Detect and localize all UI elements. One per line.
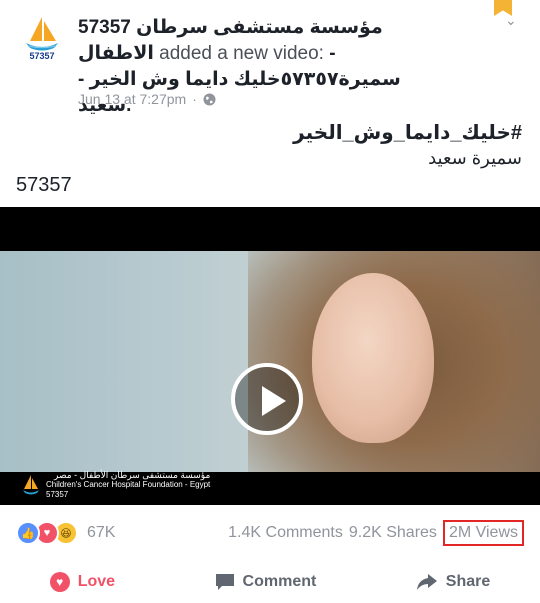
- watermark-text-en: Children's Cancer Hospital Foundation - …: [46, 480, 211, 489]
- post-meta: Jun 13 at 7:27pm ·: [78, 91, 216, 107]
- love-label: Love: [77, 573, 116, 590]
- play-button[interactable]: [231, 363, 303, 435]
- meta-separator: ·: [192, 91, 197, 107]
- watermark-text: مؤسسة مستشفى سرطان الأطفال - مصر Childre…: [46, 470, 210, 500]
- sailboat-logo-icon: [26, 17, 58, 51]
- page-avatar[interactable]: 57357: [14, 10, 70, 66]
- video-player[interactable]: مؤسسة مستشفى سرطان الأطفال - مصر Childre…: [0, 207, 540, 505]
- globe-icon: [203, 93, 216, 105]
- comment-label: Comment: [242, 573, 317, 590]
- views-count: 2M Views: [442, 520, 524, 546]
- action-text: added a new video:: [159, 43, 324, 64]
- love-button[interactable]: ♥ Love: [49, 572, 116, 592]
- comments-count-link[interactable]: 1.4K Comments: [228, 524, 343, 546]
- sailboat-watermark-icon: [23, 475, 39, 495]
- video-frame: [0, 251, 540, 472]
- video-watermark: مؤسسة مستشفى سرطان الأطفال - مصر Childre…: [22, 470, 210, 500]
- action-bar: ♥ Love Comment Share: [0, 564, 540, 600]
- avatar-label: 57357: [29, 51, 55, 61]
- engagement-stats: 1.4K Comments 9.2K Shares 2M Views: [228, 520, 524, 546]
- shares-count-link[interactable]: 9.2K Shares: [349, 524, 437, 546]
- share-arrow-icon: [416, 574, 437, 590]
- chevron-down-icon[interactable]: ⌄: [505, 12, 517, 29]
- reactions-summary[interactable]: 👍 ♥ 😆 67K: [16, 521, 115, 545]
- video-still-face: [312, 273, 434, 443]
- like-reaction-icon: 👍: [16, 521, 40, 545]
- timestamp-link[interactable]: Jun 13 at 7:27pm: [78, 91, 186, 107]
- comment-icon: [215, 574, 234, 590]
- reaction-count: 67K: [87, 524, 116, 541]
- watermark-number: 57357: [46, 490, 69, 499]
- artist-name: سميرة سعيد: [428, 148, 522, 168]
- post-number: 57357: [16, 174, 72, 196]
- comment-button[interactable]: Comment: [215, 573, 317, 591]
- share-button[interactable]: Share: [416, 573, 490, 591]
- watermark-text-ar: مؤسسة مستشفى سرطان الأطفال - مصر: [54, 470, 211, 480]
- share-label: Share: [445, 573, 491, 590]
- heart-icon: ♥: [49, 572, 70, 592]
- hashtag-link[interactable]: #خليك_دايما_وش_الخير: [293, 120, 522, 145]
